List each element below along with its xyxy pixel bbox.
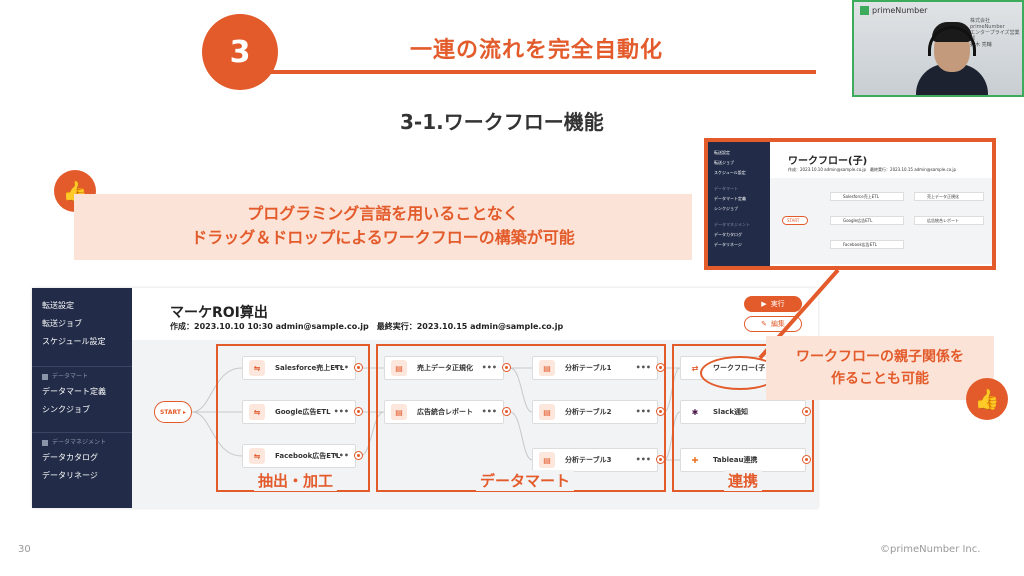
page-number: 30 <box>18 544 31 555</box>
callout-line-2: 作ることも可能 <box>831 371 929 387</box>
thumbs-up-icon: 👍 <box>966 378 1008 420</box>
copyright: ©primeNumber Inc. <box>880 544 981 555</box>
callout-connector <box>758 268 840 360</box>
callout-line-1: ワークフローの親子関係を <box>796 349 964 365</box>
callout-parent-child: ワークフローの親子関係を 作ることも可能 <box>766 336 994 400</box>
